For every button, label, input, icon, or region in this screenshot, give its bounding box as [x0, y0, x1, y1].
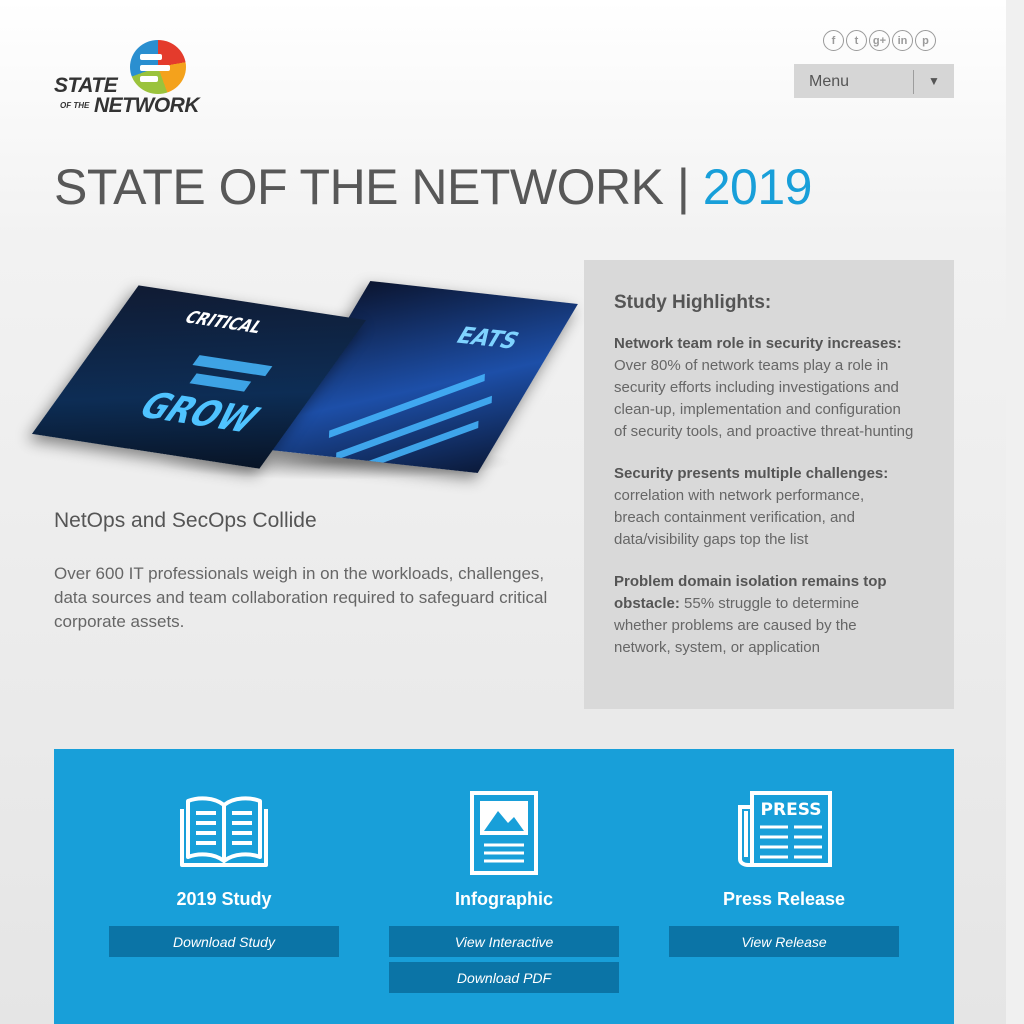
resources-band: 2019 Study Download Study Infographic Vi…: [54, 749, 954, 1024]
intro-paragraph: Over 600 IT professionals weigh in on th…: [54, 564, 548, 631]
card-front-top-word: CRITICAL: [180, 306, 268, 338]
open-book-icon: [180, 796, 268, 867]
social-links: f t g+ in p: [823, 30, 936, 51]
section-subheading: NetOps and SecOps Collide: [54, 509, 317, 532]
linkedin-icon[interactable]: in: [892, 30, 913, 51]
highlight-heading: Security presents multiple challenges:: [614, 465, 889, 482]
page-title: STATE OF THE NETWORK | 2019: [54, 158, 812, 216]
highlights-list: Network team role in security increases:…: [614, 333, 914, 679]
study-highlights-panel: Study Highlights: Network team role in s…: [584, 260, 954, 709]
highlights-title: Study Highlights:: [614, 292, 772, 313]
view-interactive-button[interactable]: View Interactive: [389, 926, 619, 957]
highlight-text: correlation with network performance, br…: [614, 487, 865, 548]
menu-dropdown[interactable]: Menu ▼: [794, 64, 954, 98]
resource-press: PRESS Press Release View Release: [669, 749, 899, 1024]
resource-study: 2019 Study Download Study: [109, 749, 339, 1024]
page-title-year: 2019: [702, 159, 813, 215]
facebook-icon[interactable]: f: [823, 30, 844, 51]
press-icon-text: PRESS: [761, 800, 822, 820]
pinterest-icon[interactable]: p: [915, 30, 936, 51]
highlight-item: Network team role in security increases:…: [614, 333, 914, 443]
highlight-text: Over 80% of network teams play a role in…: [614, 357, 914, 440]
page: STATE OF THE NETWORK f t g+ in p Menu ▼ …: [0, 0, 1006, 1024]
card-front-word: GROW: [129, 385, 268, 442]
resource-study-label: 2019 Study: [176, 889, 272, 909]
resource-infographic-label: Infographic: [455, 889, 553, 909]
newspaper-icon: PRESS: [738, 791, 832, 867]
document-image-icon: [470, 791, 538, 875]
google-plus-icon[interactable]: g+: [869, 30, 890, 51]
site-logo[interactable]: STATE OF THE NETWORK: [54, 38, 204, 122]
highlight-item: Problem domain isolation remains top obs…: [614, 571, 914, 659]
highlight-heading: Network team role in security increases:: [614, 335, 902, 352]
logo-text-network: NETWORK: [94, 94, 200, 117]
menu-label: Menu: [809, 73, 850, 90]
highlight-item: Security presents multiple challenges: c…: [614, 463, 914, 551]
download-study-button[interactable]: Download Study: [109, 926, 339, 957]
resource-infographic: Infographic View Interactive Download PD…: [389, 749, 619, 1024]
download-pdf-button[interactable]: Download PDF: [389, 962, 619, 993]
card-back-word: EATS: [451, 323, 524, 355]
scrollbar-track[interactable]: [1006, 0, 1024, 1024]
hero-infographic-image: EATS CRITICAL GROW: [31, 262, 578, 492]
twitter-icon[interactable]: t: [846, 30, 867, 51]
logo-text-of-the: OF THE: [60, 101, 90, 110]
view-release-button[interactable]: View Release: [669, 926, 899, 957]
menu-divider: [913, 70, 914, 94]
logo-mark-icon: [130, 40, 186, 94]
page-title-main: STATE OF THE NETWORK |: [54, 159, 690, 215]
chevron-down-icon: ▼: [928, 74, 940, 88]
resource-press-label: Press Release: [722, 889, 846, 909]
